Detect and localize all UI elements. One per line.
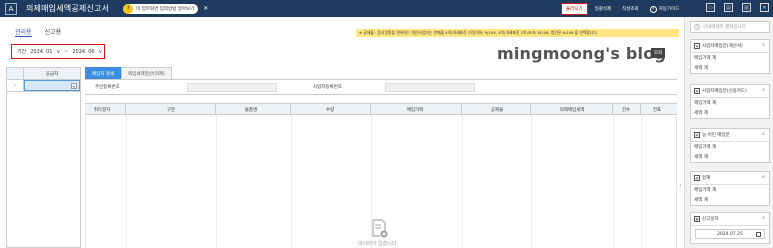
period-from-select[interactable]: 2024. 01 [30, 49, 52, 55]
help-badge-icon: ? [123, 3, 134, 14]
tax-total-label: 세액 계 [694, 155, 708, 160]
summary-sidebar: ? 안내메세지 펼쳐입니다 ▤ 사업자매입분(계산서) ∧ 매입가액 계 세액 계 … [684, 17, 773, 248]
auto-guide-button[interactable]: ? 자동가이드 [646, 3, 684, 15]
grid-header: 취득일자 구분 물품명 수량 매입가액 공제율 의제매입세액 건수 전표 [85, 103, 677, 115]
row-pointer-icon: › [7, 80, 24, 91]
empty-message: 데이터가 없습니다. [358, 241, 398, 247]
card-card-purchase: ▤ 사업자매입분(신용카드) ∧ 매입가액 계 세액 계 [690, 84, 770, 119]
period-selector: 기간 2024. 01 ∨ ~ 2024. 06 ∨ [11, 44, 105, 59]
print-icon[interactable]: ▭ [706, 3, 715, 12]
trash-icon[interactable]: ▥ [742, 3, 751, 12]
main-tabs: 관리용 신고용 [15, 27, 61, 37]
window-controls: ▭ ▤ ▥ ✕ [706, 3, 769, 12]
document-icon: ▤ [694, 88, 700, 94]
search-button[interactable]: 조회 [651, 48, 665, 58]
chevron-down-icon[interactable]: ∨ [99, 49, 103, 55]
purchase-total-label: 매입가액 계 [694, 145, 717, 150]
document-icon: ▤ [694, 43, 700, 49]
resident-no-label: 주민등록번호 [95, 85, 120, 90]
biz-no-label: 사업자등록번호 [313, 85, 342, 90]
tax-total-label: 세액 계 [694, 198, 708, 203]
supplier-info-form: 주민등록번호 사업자등록번호 [85, 79, 677, 95]
card-title: 농·어민 매입분 [702, 133, 730, 138]
purchase-total-label: 매입가액 계 [694, 101, 717, 106]
chevron-up-icon[interactable]: ∧ [762, 88, 765, 93]
purchase-total-label: 매입가액 계 [694, 188, 717, 193]
bulk-delete-button[interactable]: 일괄삭제 [591, 3, 616, 15]
view-button[interactable]: 작성조회 [618, 3, 643, 15]
tax-total-label: 세액 계 [694, 111, 708, 116]
card-farmer-purchase: ▤ 농·어민 매입분 ∧ 매입가액 계 세액 계 [690, 128, 770, 163]
col-category[interactable]: 구분 [167, 107, 175, 113]
supplier-header-label: 공급자 [45, 71, 59, 77]
calendar-icon[interactable] [756, 232, 761, 237]
close-icon[interactable]: ✕ [203, 5, 208, 12]
blog-watermark: mingmoong's blog [497, 44, 667, 63]
card-title: 합계 [702, 176, 711, 181]
card-report-date: ▦ 신고일자 ∧ 2024.07.25 [690, 212, 770, 244]
dropdown-icon[interactable]: ▾ [71, 83, 77, 89]
col-acquire-date[interactable]: 취득일자 [94, 107, 111, 113]
col-deemed-tax[interactable]: 의제매입세액 [560, 107, 585, 113]
collapse-handle-icon[interactable]: › [678, 180, 683, 192]
card-title: 사업자매입분(계산서) [702, 44, 743, 49]
chevron-up-icon[interactable]: ∧ [762, 43, 765, 48]
biz-no-input[interactable] [385, 83, 475, 92]
document-icon: ▤ [694, 175, 700, 181]
no-data-icon [372, 219, 388, 238]
card-title: 사업자매입분(신용카드) [702, 89, 747, 94]
col-deduction-rate[interactable]: 공제율 [491, 107, 503, 113]
chevron-down-icon[interactable]: ∨ [56, 49, 60, 55]
app-logo: A [5, 2, 17, 15]
col-quantity[interactable]: 수량 [326, 107, 334, 113]
auto-guide-label: 자동가이드 [658, 7, 680, 12]
card-invoice-purchase: ▤ 사업자매입분(계산서) ∧ 매입가액 계 세액 계 [690, 39, 770, 74]
card-title: 신고일자 [702, 217, 719, 222]
report-date-input[interactable]: 2024.07.25 [695, 229, 765, 239]
load-button[interactable]: 불러오기 [561, 3, 588, 15]
col-purchase-amount[interactable]: 매입가액 [407, 107, 424, 113]
question-icon: ? [694, 24, 700, 30]
report-date-value: 2024.07.25 [717, 231, 743, 237]
chevron-up-icon[interactable]: ∧ [762, 132, 765, 137]
question-icon: ? [649, 5, 657, 13]
notice-banner: ※ 공제율 : 음식업종을 영위하는 개인사업자는 연매출 4억(과세표준 2억… [356, 29, 679, 37]
period-to-select[interactable]: 2024. 06 [72, 49, 94, 55]
tab-management[interactable]: 관리용 [15, 27, 32, 37]
chevron-up-icon[interactable]: ∧ [762, 175, 765, 180]
close-window-icon[interactable]: ✕ [760, 3, 769, 12]
period-separator: ~ [64, 48, 69, 55]
tax-total-label: 세액 계 [694, 66, 708, 71]
col-count[interactable]: 건수 [622, 107, 630, 113]
document-icon: ▤ [694, 132, 700, 138]
tab-report[interactable]: 신고용 [45, 27, 62, 37]
period-label: 기간 [17, 49, 27, 55]
supplier-header: 공급자 [7, 68, 80, 80]
toolbar: 불러오기 일괄삭제 작성조회 ? 자동가이드 [561, 3, 683, 15]
info-message-toggle[interactable]: ? 안내메세지 펼쳐입니다 [690, 21, 770, 33]
supplier-input[interactable]: ▾ [24, 80, 80, 91]
help-link[interactable]: ? 이 업무화면 입력방법 알아보기 [123, 3, 199, 14]
card-total: ▤ 합계 ∧ 매입가액 계 세액 계 [690, 171, 770, 206]
help-link-text: 이 업무화면 입력방법 알아보기 [136, 6, 195, 12]
calendar-icon: ▦ [694, 216, 700, 222]
info-message-text: 안내메세지 펼쳐입니다 [703, 25, 746, 30]
document-icon[interactable]: ▤ [724, 3, 733, 12]
col-voucher[interactable]: 전표 [653, 107, 661, 113]
chevron-up-icon[interactable]: ∧ [762, 216, 765, 221]
col-item-name[interactable]: 물품명 [245, 107, 257, 113]
supplier-panel: 공급자 › ▾ [6, 67, 81, 248]
purchase-total-label: 매입가액 계 [694, 56, 717, 61]
resident-no-input[interactable] [187, 83, 277, 92]
page-title: 의제매입세액공제신고서 [26, 4, 110, 13]
supplier-row: › ▾ [7, 80, 80, 92]
